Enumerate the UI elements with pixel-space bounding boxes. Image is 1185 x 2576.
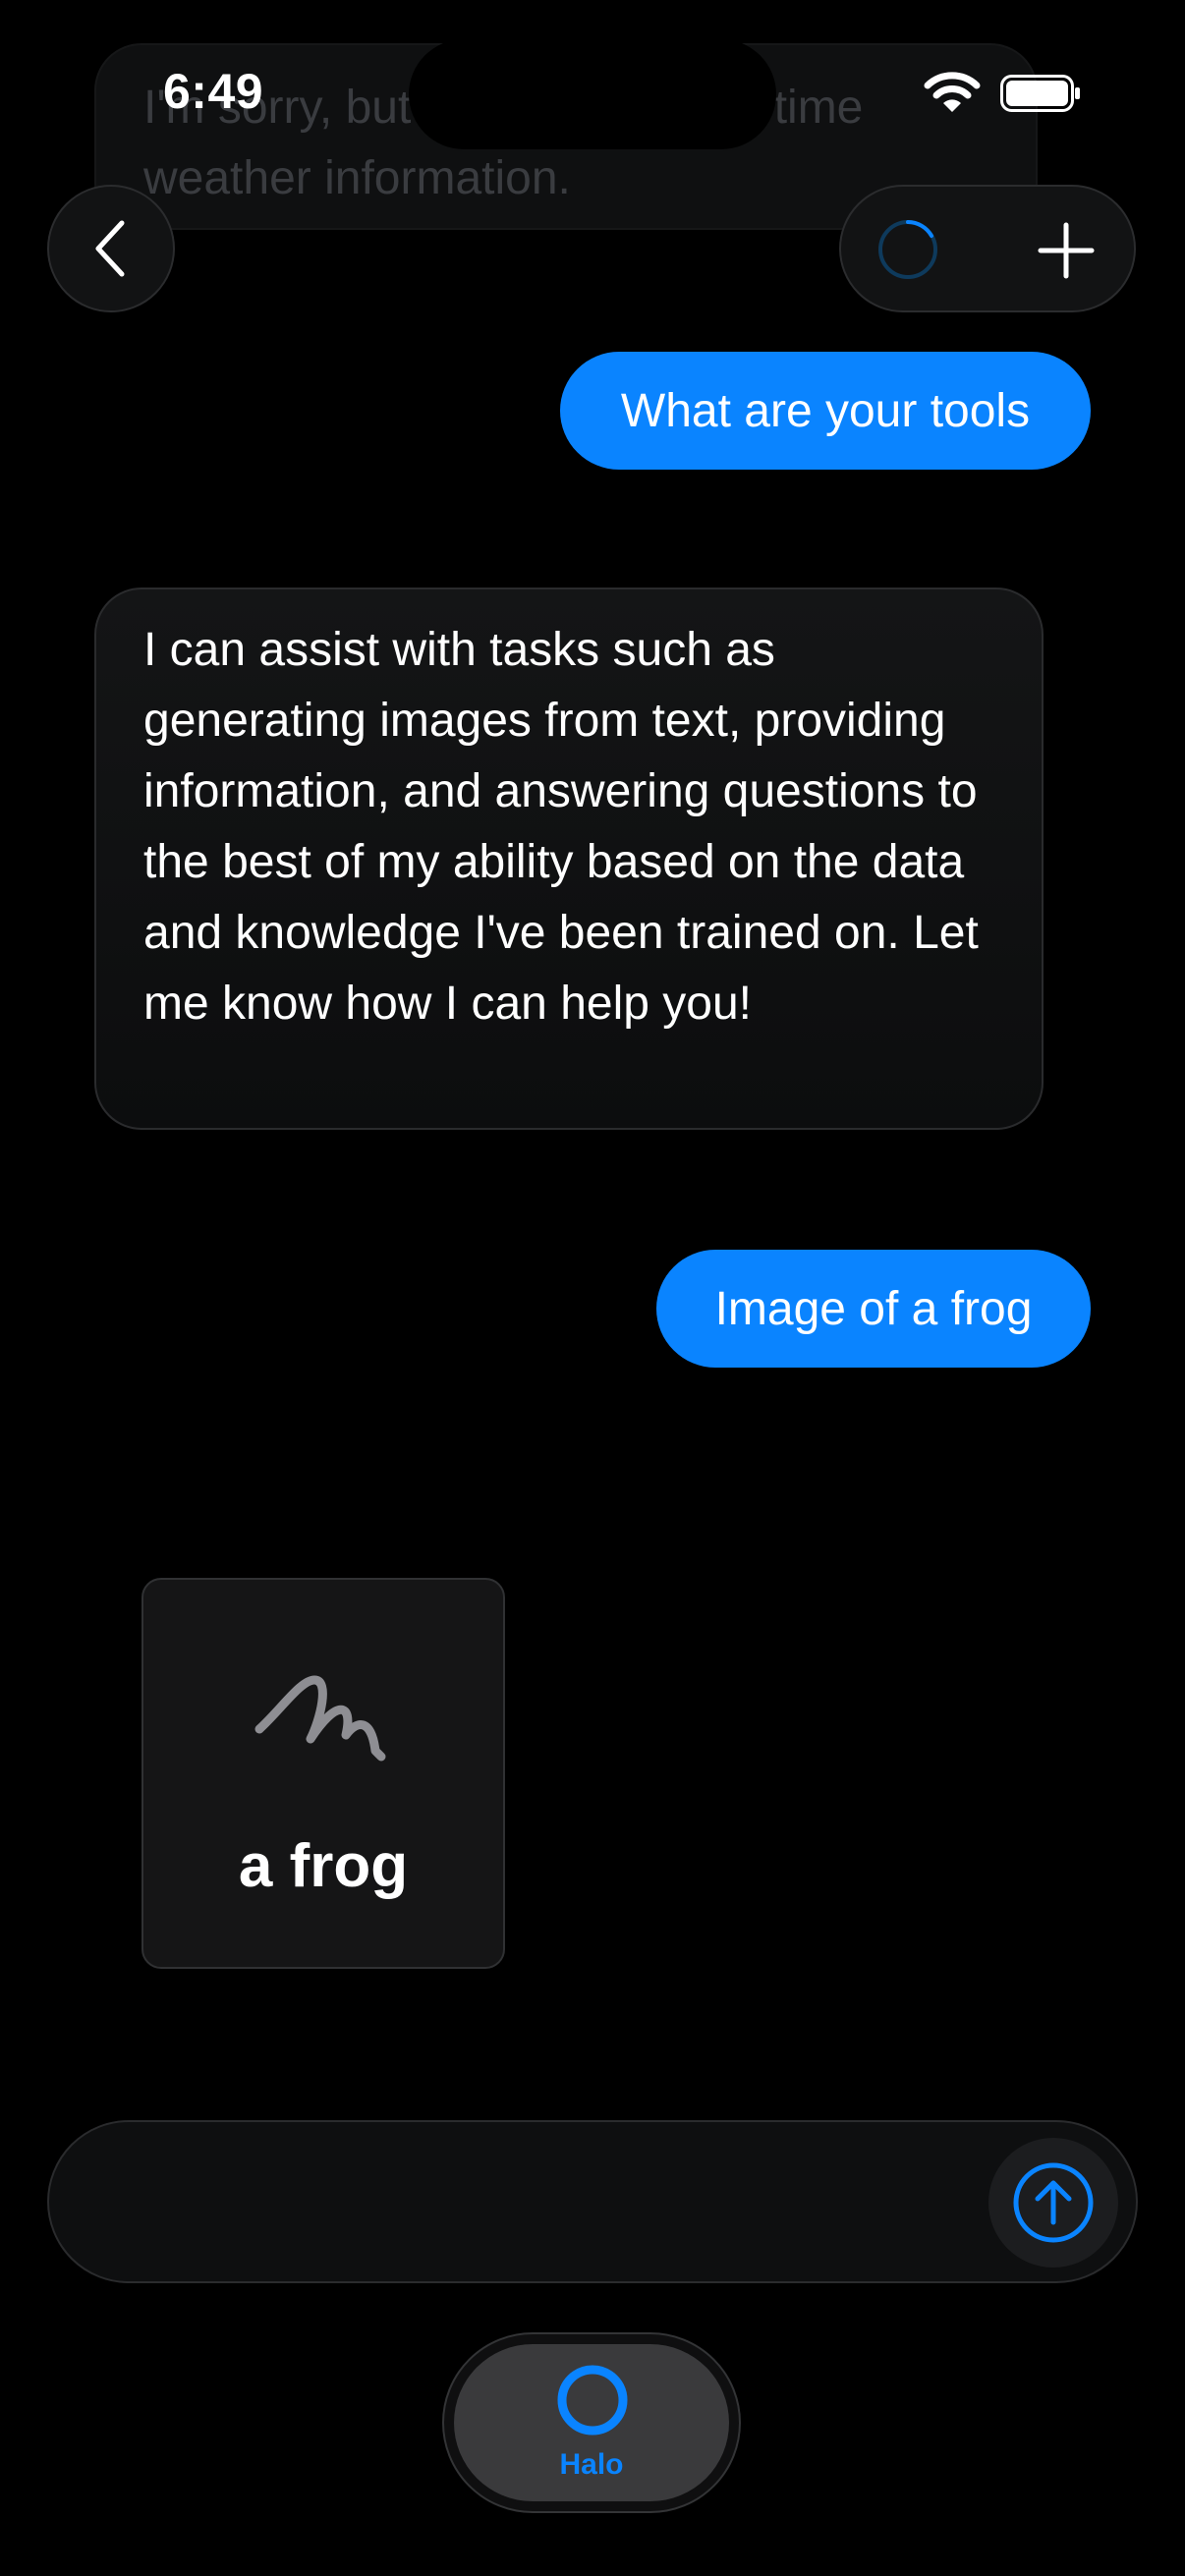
tab-halo-label: Halo xyxy=(559,2448,624,2481)
generated-image-card[interactable]: a frog xyxy=(141,1578,505,1969)
assistant-message-text: I can assist with tasks such as generati… xyxy=(143,624,979,1030)
arrow-up-circle-icon xyxy=(1013,2162,1094,2243)
new-chat-button[interactable] xyxy=(1032,216,1100,285)
image-caption: a frog xyxy=(238,1832,409,1900)
battery-icon xyxy=(1000,75,1080,112)
back-button[interactable] xyxy=(47,185,175,312)
top-actions-group xyxy=(839,185,1136,312)
tab-bar: Halo xyxy=(442,2332,741,2513)
status-time: 6:49 xyxy=(163,64,264,119)
scribble-icon xyxy=(254,1675,386,1762)
spinner-icon xyxy=(878,220,937,279)
message-input[interactable] xyxy=(98,2161,987,2246)
plus-icon xyxy=(1038,222,1095,279)
dynamic-island xyxy=(409,39,776,149)
message-composer xyxy=(47,2120,1138,2283)
user-message: What are your tools xyxy=(560,352,1091,470)
wifi-icon xyxy=(924,72,981,112)
chevron-left-icon xyxy=(95,220,125,277)
send-button[interactable] xyxy=(988,2138,1118,2268)
user-message: Image of a frog xyxy=(656,1250,1091,1368)
tab-halo[interactable]: Halo xyxy=(454,2344,729,2501)
halo-ring-icon xyxy=(557,2365,628,2436)
assistant-message: I can assist with tasks such as generati… xyxy=(94,588,1044,1130)
